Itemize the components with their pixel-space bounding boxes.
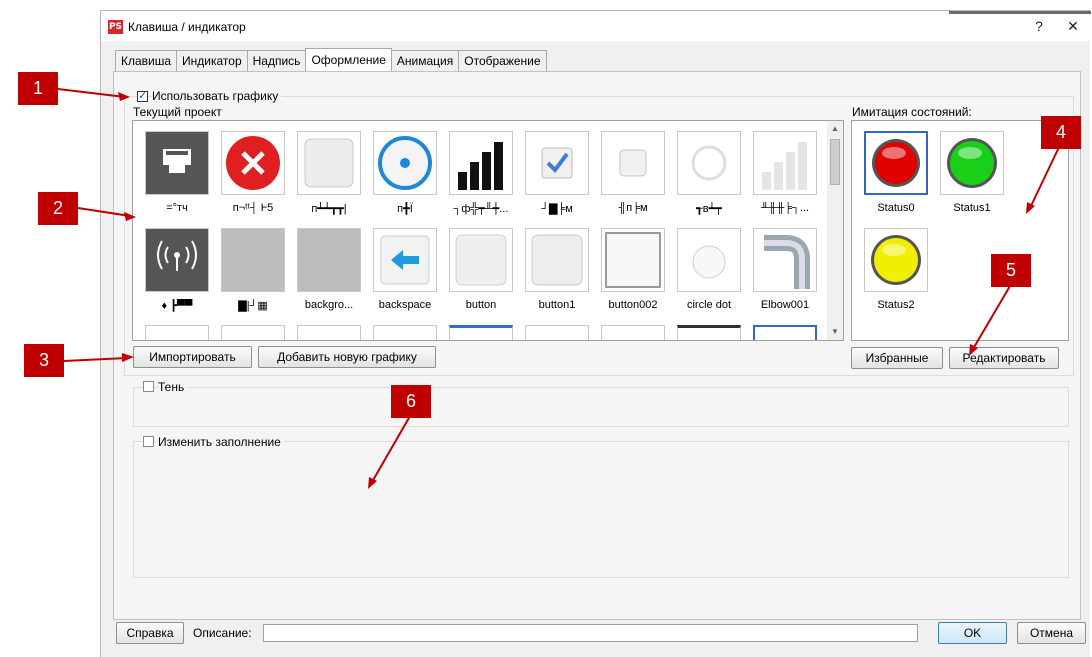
callout-arrow-5 xyxy=(972,285,1011,350)
callout-arrowhead-2 xyxy=(124,212,136,221)
callout-arrowhead-6 xyxy=(368,477,377,489)
callout-badge-1: 1 xyxy=(18,72,58,105)
callout-arrow-1 xyxy=(57,88,126,98)
callout-arrowhead-4 xyxy=(1026,202,1035,214)
callout-arrow-2 xyxy=(77,207,131,217)
callout-arrowhead-5 xyxy=(969,344,978,356)
callout-badge-2: 2 xyxy=(38,192,78,225)
callout-arrowhead-1 xyxy=(118,92,130,101)
callout-badge-5: 5 xyxy=(991,254,1031,287)
callout-arrow-3 xyxy=(63,357,128,362)
callout-arrow-6 xyxy=(371,415,411,483)
callout-badge-6: 6 xyxy=(391,385,431,418)
callout-badge-4: 4 xyxy=(1041,116,1081,149)
callout-arrowhead-3 xyxy=(122,353,134,362)
callout-badge-3: 3 xyxy=(24,344,64,377)
callout-arrows xyxy=(57,88,1061,489)
tab-appearance[interactable]: Оформление xyxy=(305,48,392,71)
callout-arrow-4 xyxy=(1029,144,1061,209)
